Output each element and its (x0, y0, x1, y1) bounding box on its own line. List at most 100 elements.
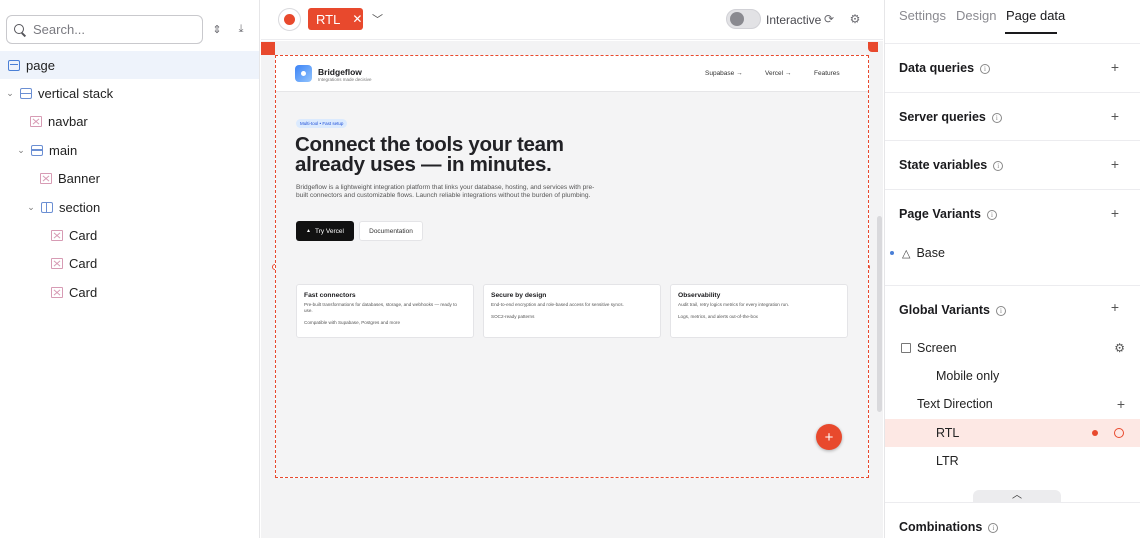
tree-item-label: Card (69, 284, 98, 300)
tree-item-label: section (59, 199, 101, 215)
add-element-button[interactable]: + (816, 424, 842, 450)
recording-dot-icon (1092, 430, 1098, 436)
active-tab-indicator (1005, 32, 1057, 34)
screen-icon (901, 343, 911, 353)
card-description: Audit trail, retry logics metrics for ev… (678, 302, 790, 307)
page-icon (8, 59, 20, 71)
hero-badge: Multi-tool • Fast setup (296, 119, 348, 128)
chevron-up-icon[interactable]: ︿ (973, 490, 1061, 502)
hero-description: Bridgeflow is a lightweight integration … (296, 184, 595, 199)
design-canvas[interactable]: Bridgeflow Integrations made decisive Su… (261, 41, 883, 538)
variant-item-base[interactable]: △ Base (885, 239, 1140, 267)
tree-item-label: navbar (48, 114, 88, 130)
gear-icon[interactable]: ⚙ (1114, 341, 1125, 355)
tab-page-data[interactable]: Page data (1006, 8, 1065, 23)
close-icon[interactable]: ✕ (352, 12, 362, 26)
variant-item-rtl[interactable]: RTL (885, 419, 1140, 447)
toggle-knob (730, 12, 744, 26)
add-state-variable-button[interactable]: + (1111, 156, 1119, 172)
collapse-all-icon[interactable]: ⤓ (233, 21, 249, 37)
plus-icon[interactable]: + (1117, 396, 1125, 412)
expand-collapse-icon[interactable]: ⇕ (209, 21, 225, 37)
element-tree-panel: ⇕ ⤓ page ⌄ vertical stack navbar ⌄ main (0, 0, 260, 538)
global-variants-section: Global Variants i + Screen ⚙ Mobile only … (885, 285, 1140, 490)
chevron-down-icon[interactable]: ⌄ (25, 202, 37, 213)
chevron-down-icon[interactable]: ⌄ (15, 145, 27, 156)
info-icon[interactable]: i (993, 160, 1004, 171)
tree-item-card[interactable]: Card (0, 221, 259, 249)
chevron-down-icon[interactable]: ⌄ (4, 88, 16, 99)
section-title: Global Variants (899, 303, 991, 317)
tree-item-navbar[interactable]: navbar (0, 108, 259, 136)
interactive-toggle[interactable] (726, 9, 761, 29)
record-variant-button[interactable] (278, 8, 301, 31)
section-title: Page Variants (899, 207, 981, 221)
state-variables-section: State variables i + (885, 140, 1140, 189)
tab-settings[interactable]: Settings (899, 8, 946, 23)
feature-card: Secure by design End-to-end encryption a… (483, 284, 661, 338)
tree-item-card[interactable]: Card (0, 250, 259, 278)
horizontal-stack-icon (41, 201, 53, 213)
variant-chip-label: RTL (316, 11, 341, 27)
chevron-down-icon[interactable]: ﹀ (372, 11, 383, 27)
tree-item-vertical-stack[interactable]: ⌄ vertical stack (0, 79, 259, 107)
variant-group-label: Screen (917, 341, 957, 355)
search-box[interactable] (6, 15, 203, 44)
section-title: Data queries (899, 61, 975, 75)
data-queries-section: Data queries i + (885, 43, 1140, 92)
nav-link-vercel[interactable]: Vercel → (765, 70, 791, 77)
variant-item-ltr[interactable]: LTR (885, 447, 1140, 475)
feature-card: Observability Audit trail, retry logics … (670, 284, 848, 338)
tree-item-page[interactable]: page (0, 51, 259, 80)
canvas-toolbar: RTL ✕ ﹀ Interactive ⟳ ⚙ (261, 0, 883, 40)
canvas-scrollbar[interactable] (877, 216, 882, 412)
variant-group-label: Text Direction (917, 397, 993, 411)
tree-item-label: vertical stack (38, 86, 114, 102)
gear-icon[interactable]: ⚙ (848, 12, 862, 26)
info-icon[interactable]: i (988, 522, 999, 533)
nav-link-features[interactable]: Features (814, 70, 840, 77)
section-title: State variables (899, 158, 988, 172)
frame-corner-marker (868, 42, 878, 52)
add-data-query-button[interactable]: + (1111, 59, 1119, 75)
add-server-query-button[interactable]: + (1111, 108, 1119, 124)
variant-group-text-direction[interactable]: Text Direction + (885, 390, 1140, 418)
site-navbar: Bridgeflow Integrations made decisive Su… (276, 56, 868, 92)
variant-label: Base (916, 246, 945, 260)
tree-item-card[interactable]: Card (0, 278, 259, 306)
info-icon[interactable]: i (980, 63, 991, 74)
tree-item-banner[interactable]: Banner (0, 165, 259, 193)
card-footnote: Compatible with Supabase, Postgres and m… (304, 320, 401, 325)
documentation-button[interactable]: Documentation (359, 221, 423, 241)
tree-item-main[interactable]: ⌄ main (0, 136, 259, 164)
variant-group-screen[interactable]: Screen ⚙ (885, 334, 1140, 362)
card-description: Pre-built transformations for databases,… (304, 302, 457, 313)
vertical-stack-icon (31, 144, 43, 156)
component-icon (40, 173, 52, 185)
nav-link-supabase[interactable]: Supabase → (705, 70, 743, 77)
add-page-variant-button[interactable]: + (1111, 205, 1119, 221)
search-input[interactable] (33, 22, 193, 37)
variant-item-mobile-only[interactable]: Mobile only (885, 362, 1140, 390)
card-title: Fast connectors (304, 292, 356, 299)
active-variant-chip[interactable]: RTL ✕ (308, 8, 363, 30)
tab-design[interactable]: Design (956, 8, 996, 23)
tree-item-label: page (26, 57, 55, 73)
info-icon[interactable]: i (987, 209, 997, 220)
bullet-icon (890, 251, 894, 255)
card-title: Observability (678, 292, 721, 299)
info-icon[interactable]: i (991, 112, 1002, 123)
add-global-variant-button[interactable]: + (1111, 299, 1119, 315)
tree-item-section[interactable]: ⌄ section (0, 193, 259, 221)
brand-tagline: Integrations made decisive (318, 77, 372, 82)
card-footnote: SOC2-ready patterns (491, 314, 535, 319)
page-preview: Bridgeflow Integrations made decisive Su… (276, 56, 868, 477)
refresh-icon[interactable]: ⟳ (822, 12, 836, 26)
component-icon (51, 286, 63, 298)
tree-item-label: Card (69, 256, 98, 272)
try-vercel-button[interactable]: ▲ Try Vercel (296, 221, 354, 241)
search-icon (13, 23, 27, 37)
info-icon[interactable]: i (996, 305, 1007, 316)
page-frame[interactable]: Bridgeflow Integrations made decisive Su… (275, 55, 869, 478)
target-icon[interactable] (1114, 428, 1124, 438)
